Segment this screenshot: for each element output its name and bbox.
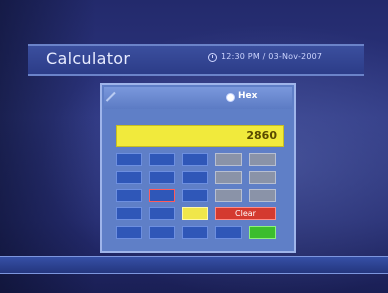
calc-yellow-key[interactable] bbox=[182, 207, 208, 220]
bottom-bar bbox=[0, 256, 388, 274]
calc-key[interactable] bbox=[116, 226, 142, 239]
datetime: 12:30 PM / 03-Nov-2007 bbox=[221, 52, 323, 61]
calc-key[interactable] bbox=[116, 153, 142, 166]
calculator-display: 2860 bbox=[116, 125, 284, 147]
calc-key[interactable] bbox=[116, 171, 142, 184]
calc-key[interactable] bbox=[182, 189, 208, 202]
calc-operator-key[interactable] bbox=[249, 171, 276, 184]
calc-operator-key[interactable] bbox=[215, 153, 242, 166]
calc-operator-key[interactable] bbox=[249, 153, 276, 166]
calc-key[interactable] bbox=[149, 171, 175, 184]
calc-key-focused[interactable] bbox=[149, 189, 175, 202]
calc-key[interactable] bbox=[215, 226, 242, 239]
calc-key[interactable] bbox=[116, 207, 142, 220]
calc-key[interactable] bbox=[149, 226, 175, 239]
calc-key[interactable] bbox=[149, 207, 175, 220]
panel-header bbox=[104, 87, 292, 109]
equals-button[interactable] bbox=[249, 226, 276, 239]
calc-operator-key[interactable] bbox=[215, 189, 242, 202]
page-title: Calculator bbox=[46, 49, 131, 68]
radio-selected-icon[interactable] bbox=[226, 93, 235, 102]
calculator-panel: Hex 2860 Clear bbox=[100, 83, 296, 253]
calc-key[interactable] bbox=[182, 226, 208, 239]
clear-button[interactable]: Clear bbox=[215, 207, 276, 220]
mode-label[interactable]: Hex bbox=[238, 91, 257, 101]
clock-icon bbox=[208, 53, 217, 62]
calc-operator-key[interactable] bbox=[249, 189, 276, 202]
calc-key[interactable] bbox=[149, 153, 175, 166]
display-value: 2860 bbox=[246, 129, 277, 142]
calc-key[interactable] bbox=[182, 153, 208, 166]
calc-key[interactable] bbox=[182, 171, 208, 184]
calc-operator-key[interactable] bbox=[215, 171, 242, 184]
calc-key[interactable] bbox=[116, 189, 142, 202]
